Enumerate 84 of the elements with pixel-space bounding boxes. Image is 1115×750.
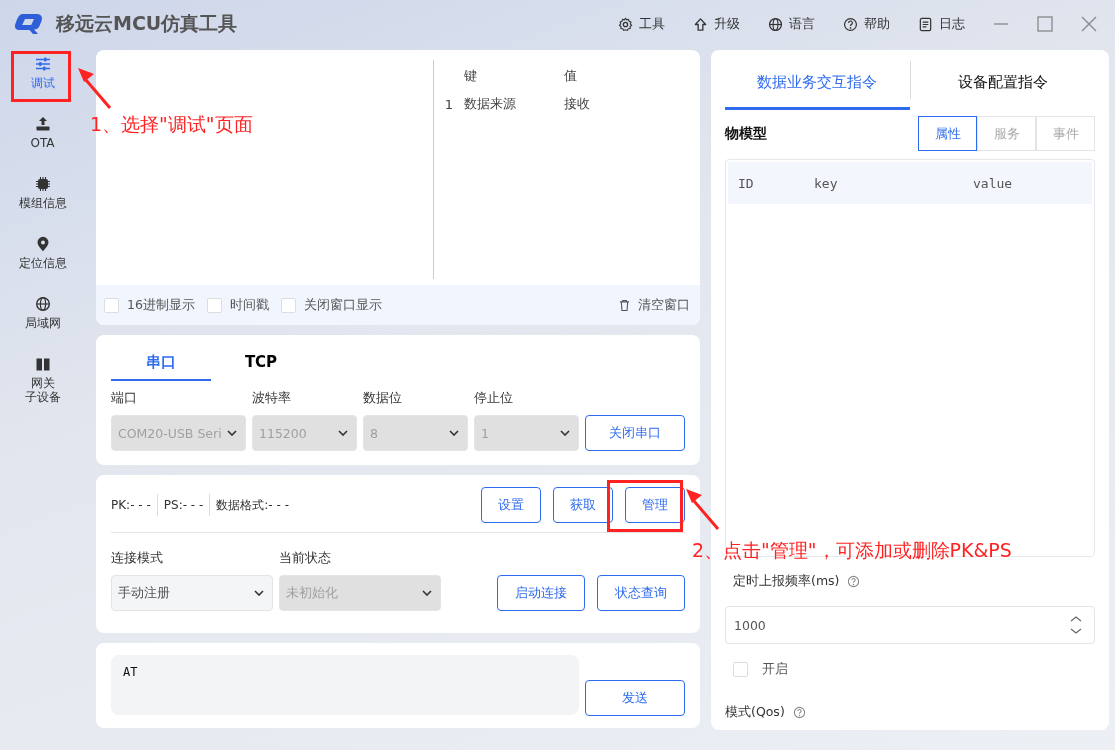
chevron-down-icon	[254, 590, 264, 596]
maximize-icon[interactable]	[1037, 16, 1053, 32]
field-label: 端口	[111, 389, 138, 407]
checkbox-label: 关闭窗口显示	[303, 296, 382, 314]
action-button[interactable]: 管理	[625, 487, 685, 523]
field-label: 当前状态	[279, 549, 332, 567]
chevron-down-icon	[449, 430, 459, 436]
up-arrow-icon	[693, 16, 708, 32]
toolbar-button[interactable]: 升级	[693, 15, 740, 33]
chevron-down-icon	[560, 430, 570, 436]
chevron-down-icon	[338, 430, 348, 436]
checkbox[interactable]	[104, 297, 119, 313]
action-button[interactable]: 启动连接	[497, 575, 585, 611]
dropdown[interactable]: 手动注册	[111, 575, 273, 611]
clear-window-button[interactable]: 清空窗口	[619, 296, 690, 314]
sidebar-item[interactable]: 定位信息	[13, 230, 72, 278]
field-label: 数据位	[363, 389, 403, 407]
toolbar-button[interactable]: 日志	[918, 15, 965, 33]
annotation-text: 1、选择"调试"页面	[90, 112, 253, 137]
annotation-arrow	[76, 66, 112, 110]
checkbox-label: 时间戳	[229, 296, 269, 314]
document-icon	[918, 16, 933, 32]
chevron-down-icon	[422, 590, 432, 596]
spinner-arrows-icon[interactable]	[1070, 615, 1082, 635]
number-input[interactable]: 1000	[725, 606, 1095, 644]
chip-icon	[34, 176, 51, 192]
field-label: 定时上报频率(ms)	[733, 573, 840, 590]
section-title: 物模型	[725, 124, 767, 143]
toolbar-button[interactable]: 帮助	[843, 15, 890, 33]
column-header: 值	[564, 67, 577, 85]
book-icon	[34, 356, 51, 372]
field-label: 连接模式	[111, 549, 164, 567]
globe-icon	[34, 296, 51, 312]
help-icon	[847, 575, 861, 588]
annotation-text: 2、点击"管理"，可添加或删除PK&PS	[692, 538, 1012, 563]
action-button[interactable]: 获取	[553, 487, 613, 523]
sidebar-item[interactable]: 调试	[13, 50, 72, 98]
column-header: key	[814, 175, 839, 191]
tab[interactable]: 串口	[111, 345, 211, 381]
column-header: value	[973, 175, 1013, 191]
field-label: 波特率	[252, 389, 292, 407]
annotation-arrow	[684, 487, 720, 531]
toolbar-button[interactable]: 语言	[768, 15, 815, 33]
sidebar-item[interactable]: OTA	[13, 110, 72, 158]
field-label: 停止位	[474, 389, 514, 407]
sliders-icon	[34, 56, 51, 72]
trash-icon	[619, 298, 630, 312]
checkbox[interactable]	[280, 297, 296, 313]
sidebar-item[interactable]: 模组信息	[13, 170, 72, 218]
window-title: 移远云MCU仿真工具	[56, 11, 238, 36]
sidebar-item[interactable]: 局域网	[13, 290, 72, 338]
checkbox-label: 开启	[762, 660, 788, 678]
command-input[interactable]: AT	[111, 655, 579, 715]
checkbox-label: 16进制显示	[127, 296, 195, 314]
checkbox[interactable]	[733, 661, 748, 677]
row-number: 1	[443, 96, 455, 112]
sidebar-item[interactable]: 网关 子设备	[13, 350, 72, 411]
table-cell: 接收	[564, 95, 590, 113]
chevron-down-icon	[227, 430, 237, 436]
table-cell-text: 数据来源	[464, 95, 517, 113]
upload-icon	[34, 116, 51, 132]
tab[interactable]: TCP	[211, 345, 311, 381]
send-button[interactable]: 发送	[585, 680, 685, 716]
info-text: PS:- - -	[163, 498, 204, 512]
settings-icon	[618, 16, 633, 32]
segment-button[interactable]: 属性	[918, 116, 977, 151]
help-icon	[792, 706, 806, 719]
toolbar-button[interactable]: 工具	[618, 15, 665, 33]
checkbox[interactable]	[206, 297, 222, 313]
column-header: 键	[464, 67, 478, 85]
tab[interactable]: 设备配置指令	[910, 50, 1095, 110]
info-text: 数据格式:- - -	[216, 496, 289, 514]
info-text: PK:- - -	[111, 498, 151, 512]
action-button[interactable]: 设置	[481, 487, 541, 523]
column-header: ID	[737, 175, 755, 191]
close-port-button[interactable]: 关闭串口	[585, 415, 685, 451]
close-icon[interactable]	[1081, 16, 1097, 32]
logo-icon	[14, 13, 44, 35]
field-label: 模式(Qos)	[725, 704, 785, 721]
globe-icon	[768, 16, 783, 32]
action-button[interactable]: 状态查询	[597, 575, 685, 611]
highlight-frame	[11, 51, 71, 102]
tab[interactable]: 数据业务交互指令	[725, 50, 910, 110]
help-icon	[843, 16, 858, 32]
